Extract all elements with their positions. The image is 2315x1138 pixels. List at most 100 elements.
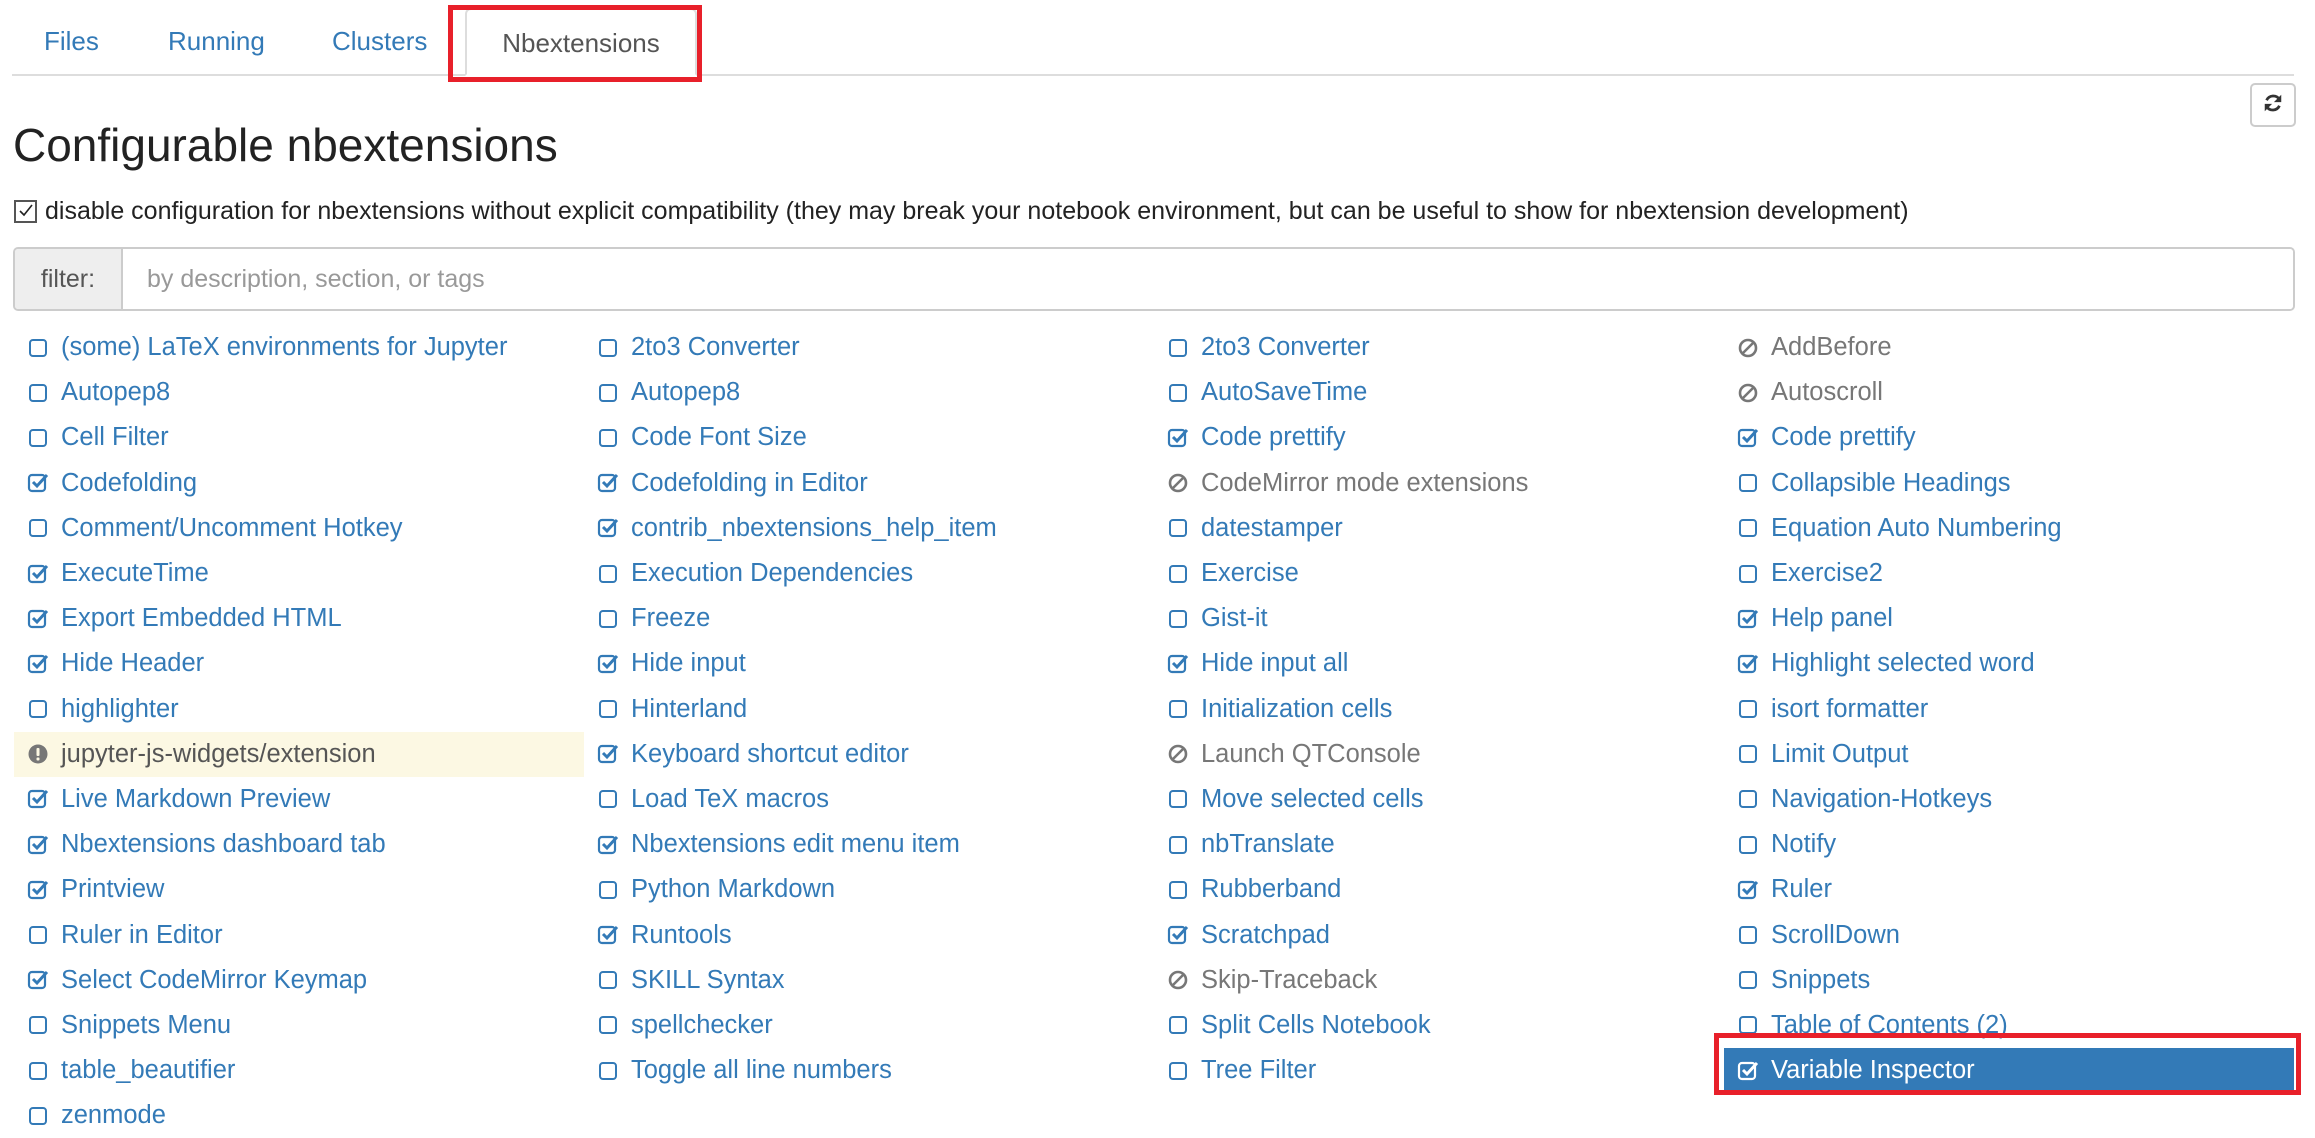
tab-clusters[interactable]: Clusters — [332, 8, 427, 74]
nbextensions-page: Files Running Clusters Nbextensions Conf… — [0, 0, 2315, 1136]
unchecked-box-icon — [1166, 336, 1190, 360]
nbextension-item-rubberband[interactable]: Rubberband — [1154, 867, 1724, 912]
nbextension-item-hide-input-all[interactable]: Hide input all — [1154, 641, 1724, 686]
nbextension-label: table_beautifier — [61, 1056, 236, 1085]
nbextension-item-codemirror-mode-extensions[interactable]: CodeMirror mode extensions — [1154, 461, 1724, 506]
nbextension-item-code-prettify[interactable]: Code prettify — [1724, 415, 2294, 460]
nbextension-item-2to3-converter[interactable]: 2to3 Converter — [584, 325, 1154, 370]
unchecked-box-icon — [1166, 1059, 1190, 1083]
nbextension-item-jupyter-js-widgets-extension[interactable]: jupyter-js-widgets/extension — [14, 731, 584, 777]
unchecked-box-icon — [26, 426, 50, 450]
nbextension-item-nbextensions-edit-menu-item[interactable]: Nbextensions edit menu item — [584, 822, 1154, 867]
unchecked-box-icon — [1736, 742, 1760, 766]
nbextension-item-skill-syntax[interactable]: SKILL Syntax — [584, 958, 1154, 1003]
nbextension-item-autosavetime[interactable]: AutoSaveTime — [1154, 370, 1724, 415]
nbextension-item-keyboard-shortcut-editor[interactable]: Keyboard shortcut editor — [584, 732, 1154, 777]
nbextension-item-notify[interactable]: Notify — [1724, 822, 2294, 867]
nbextension-item-initialization-cells[interactable]: Initialization cells — [1154, 687, 1724, 732]
unchecked-box-icon — [26, 1013, 50, 1037]
nbextension-item-collapsible-headings[interactable]: Collapsible Headings — [1724, 461, 2294, 506]
unchecked-box-icon — [1736, 787, 1760, 811]
nbextension-item-codefolding[interactable]: Codefolding — [14, 461, 584, 506]
nbextension-item-tree-filter[interactable]: Tree Filter — [1154, 1048, 1724, 1093]
tab-running[interactable]: Running — [168, 8, 265, 74]
nbextension-item-code-font-size[interactable]: Code Font Size — [584, 415, 1154, 460]
nbextension-item-contrib-nbextensions-help-item[interactable]: contrib_nbextensions_help_item — [584, 506, 1154, 551]
checked-box-icon — [26, 607, 50, 631]
nbextension-item-nbextensions-dashboard-tab[interactable]: Nbextensions dashboard tab — [14, 822, 584, 867]
nbextension-item-nbtranslate[interactable]: nbTranslate — [1154, 822, 1724, 867]
nbextension-label: datestamper — [1201, 513, 1343, 542]
nbextension-label: Split Cells Notebook — [1201, 1010, 1431, 1039]
compat-checkbox-row[interactable]: disable configuration for nbextensions w… — [14, 196, 1909, 226]
nbextension-item-zenmode[interactable]: zenmode — [14, 1093, 584, 1138]
nbextension-label: Live Markdown Preview — [61, 784, 331, 813]
nbextension-label: Python Markdown — [631, 875, 836, 904]
nbextension-item-snippets-menu[interactable]: Snippets Menu — [14, 1003, 584, 1048]
compat-checkbox[interactable] — [14, 199, 37, 223]
nbextension-item-executetime[interactable]: ExecuteTime — [14, 551, 584, 596]
nbextension-item-split-cells-notebook[interactable]: Split Cells Notebook — [1154, 1003, 1724, 1048]
nbextension-item-addbefore[interactable]: AddBefore — [1724, 325, 2294, 370]
nbextension-label: AutoSaveTime — [1201, 378, 1368, 407]
nbextension-item-2to3-converter[interactable]: 2to3 Converter — [1154, 325, 1724, 370]
nbextension-item-select-codemirror-keymap[interactable]: Select CodeMirror Keymap — [14, 958, 584, 1003]
nbextension-item-autoscroll[interactable]: Autoscroll — [1724, 370, 2294, 415]
nbextension-item-skip-traceback[interactable]: Skip-Traceback — [1154, 958, 1724, 1003]
ban-icon — [1166, 471, 1190, 495]
nbextension-item-variable-inspector[interactable]: Variable Inspector — [1724, 1048, 2294, 1094]
nbextension-item-help-panel[interactable]: Help panel — [1724, 596, 2294, 641]
nbextension-item-live-markdown-preview[interactable]: Live Markdown Preview — [14, 777, 584, 822]
nbextension-item-toggle-all-line-numbers[interactable]: Toggle all line numbers — [584, 1048, 1154, 1093]
nbextension-item-hide-header[interactable]: Hide Header — [14, 641, 584, 686]
nbextension-item-scratchpad[interactable]: Scratchpad — [1154, 912, 1724, 957]
nbextension-item-navigation-hotkeys[interactable]: Navigation-Hotkeys — [1724, 777, 2294, 822]
nbextension-label: Select CodeMirror Keymap — [61, 965, 368, 994]
nbextension-item-printview[interactable]: Printview — [14, 867, 584, 912]
unchecked-box-icon — [1736, 1013, 1760, 1037]
nbextension-item-table-of-contents-2[interactable]: Table of Contents (2) — [1724, 1003, 2294, 1048]
nbextension-item-runtools[interactable]: Runtools — [584, 912, 1154, 957]
tab-nbextensions[interactable]: Nbextensions — [465, 8, 697, 76]
nbextension-item-datestamper[interactable]: datestamper — [1154, 506, 1724, 551]
nbextension-item-launch-qtconsole[interactable]: Launch QTConsole — [1154, 732, 1724, 777]
nbextension-item-limit-output[interactable]: Limit Output — [1724, 732, 2294, 777]
nbextension-item-some-latex-environments-for-jupyter[interactable]: (some) LaTeX environments for Jupyter — [14, 325, 584, 370]
nbextension-item-ruler-in-editor[interactable]: Ruler in Editor — [14, 912, 584, 957]
nbextension-item-exercise[interactable]: Exercise — [1154, 551, 1724, 596]
unchecked-box-icon — [1736, 923, 1760, 947]
nbextension-item-gist-it[interactable]: Gist-it — [1154, 596, 1724, 641]
refresh-button[interactable] — [2250, 83, 2296, 127]
nbextension-item-snippets[interactable]: Snippets — [1724, 958, 2294, 1003]
nbextension-item-codefolding-in-editor[interactable]: Codefolding in Editor — [584, 461, 1154, 506]
nbextension-item-export-embedded-html[interactable]: Export Embedded HTML — [14, 596, 584, 641]
nbextension-item-autopep8[interactable]: Autopep8 — [14, 370, 584, 415]
nbextension-item-hide-input[interactable]: Hide input — [584, 641, 1154, 686]
nbextension-item-equation-auto-numbering[interactable]: Equation Auto Numbering — [1724, 506, 2294, 551]
nbextension-item-autopep8[interactable]: Autopep8 — [584, 370, 1154, 415]
nbextension-item-python-markdown[interactable]: Python Markdown — [584, 867, 1154, 912]
extensions-row: zenmode — [14, 1093, 2294, 1138]
nbextension-item-code-prettify[interactable]: Code prettify — [1154, 415, 1724, 460]
nbextension-item-spellchecker[interactable]: spellchecker — [584, 1003, 1154, 1048]
nbextension-item-scrolldown[interactable]: ScrollDown — [1724, 912, 2294, 957]
nbextension-item-load-tex-macros[interactable]: Load TeX macros — [584, 777, 1154, 822]
nbextension-item-freeze[interactable]: Freeze — [584, 596, 1154, 641]
nbextension-item-highlight-selected-word[interactable]: Highlight selected word — [1724, 641, 2294, 686]
extensions-row: Export Embedded HTML Freeze Gist-it Help pa… — [14, 596, 2294, 641]
filter-input[interactable] — [123, 249, 2293, 309]
nbextension-item-cell-filter[interactable]: Cell Filter — [14, 415, 584, 460]
unchecked-box-icon — [596, 607, 620, 631]
nbextension-item-hinterland[interactable]: Hinterland — [584, 687, 1154, 732]
nbextension-item-isort-formatter[interactable]: isort formatter — [1724, 687, 2294, 732]
nbextension-item-exercise2[interactable]: Exercise2 — [1724, 551, 2294, 596]
ban-icon — [1736, 336, 1760, 360]
tab-files[interactable]: Files — [44, 8, 99, 74]
nbextension-item-table-beautifier[interactable]: table_beautifier — [14, 1048, 584, 1093]
nbextension-item-execution-dependencies[interactable]: Execution Dependencies — [584, 551, 1154, 596]
nbextension-item-comment-uncomment-hotkey[interactable]: Comment/Uncomment Hotkey — [14, 506, 584, 551]
nbextension-item-highlighter[interactable]: highlighter — [14, 687, 584, 732]
nbextension-item-ruler[interactable]: Ruler — [1724, 867, 2294, 912]
checked-box-icon — [1166, 923, 1190, 947]
nbextension-item-move-selected-cells[interactable]: Move selected cells — [1154, 777, 1724, 822]
